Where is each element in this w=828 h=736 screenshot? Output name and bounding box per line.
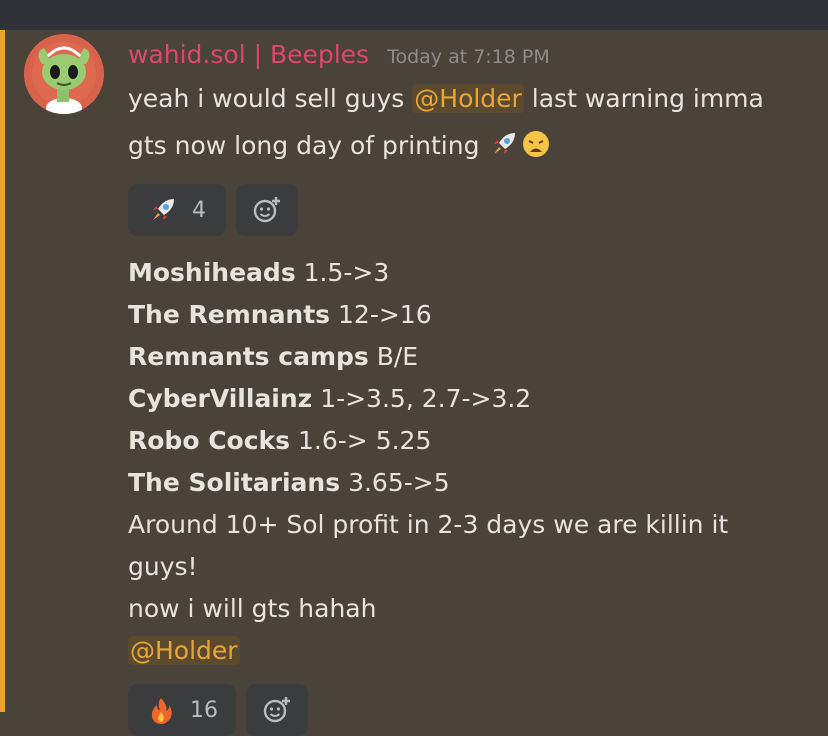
message-text: last warning imma: [523, 84, 764, 113]
message-line-1: yeah i would sell guys @Holder last warn…: [128, 79, 764, 119]
reaction-count: 16: [190, 697, 218, 723]
message-text: yeah i would sell guys: [128, 84, 413, 113]
user-avatar[interactable]: [24, 34, 104, 114]
trade-value: 12->16: [338, 300, 432, 329]
list-item: Robo Cocks 1.6-> 5.25: [128, 420, 728, 462]
message-line-2: gts now long day of printing: [128, 126, 551, 166]
list-item: The Solitarians 3.65->5: [128, 462, 728, 504]
mention-line: @Holder: [128, 630, 728, 672]
highlight-bar: [0, 30, 5, 712]
trade-value: 3.65->5: [348, 468, 450, 497]
closing-text-line-2: guys!: [128, 552, 198, 581]
trade-value: B/E: [376, 342, 419, 371]
username[interactable]: wahid.sol | Beeples: [128, 40, 369, 69]
trade-value: 1->3.5, 2.7->3.2: [320, 384, 532, 413]
trade-value: 1.6-> 5.25: [298, 426, 432, 455]
add-reaction-button[interactable]: [236, 184, 298, 236]
trade-name: Remnants camps: [128, 342, 369, 371]
timestamp[interactable]: Today at 7:18 PM: [387, 46, 550, 68]
user-mention[interactable]: @Holder: [412, 84, 524, 113]
add-reaction-icon: [263, 697, 290, 723]
trade-name: The Solitarians: [128, 468, 341, 497]
fire-icon: [151, 698, 172, 724]
add-reaction-icon: [253, 197, 280, 223]
closing-text-line-1: Around 10+ Sol profit in 2-3 days we are…: [128, 510, 729, 539]
user-mention[interactable]: @Holder: [128, 636, 240, 665]
list-item: Moshiheads 1.5->3: [128, 252, 728, 294]
add-reaction-button[interactable]: [246, 684, 308, 736]
window-top-bar: [0, 0, 828, 30]
closing-text-line-3: now i will gts hahah: [128, 594, 377, 623]
reaction-fire[interactable]: 16: [128, 684, 236, 736]
message-text: gts now long day of printing: [128, 131, 488, 160]
trade-list: Moshiheads 1.5->3 The Remnants 12->16 Re…: [128, 252, 728, 672]
message-header: wahid.sol | Beeples Today at 7:18 PM: [128, 40, 550, 74]
reaction-rocket[interactable]: 4: [128, 184, 226, 236]
list-item: CyberVillainz 1->3.5, 2.7->3.2: [128, 378, 728, 420]
alien-avatar-icon: [24, 34, 104, 114]
rocket-icon: [153, 199, 174, 220]
trade-name: Robo Cocks: [128, 426, 291, 455]
trade-name: CyberVillainz: [128, 384, 313, 413]
trade-name: Moshiheads: [128, 258, 296, 287]
weary-face-emoji: [521, 129, 551, 159]
trade-value: 1.5->3: [303, 258, 390, 287]
list-item: Remnants camps B/E: [128, 336, 728, 378]
reaction-count: 4: [192, 197, 206, 223]
list-item: The Remnants 12->16: [128, 294, 728, 336]
trade-name: The Remnants: [128, 300, 331, 329]
rocket-emoji: [489, 129, 519, 159]
